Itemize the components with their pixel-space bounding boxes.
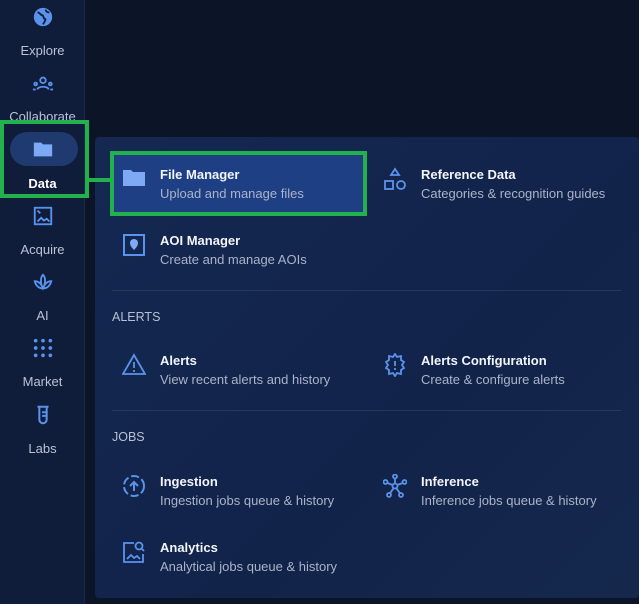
sidebar-item-explore[interactable]: Explore: [0, 6, 85, 58]
divider: [112, 290, 621, 291]
menu-item-desc: View recent alerts and history: [160, 372, 331, 387]
menu-item-ingestion[interactable]: Ingestion Ingestion jobs queue & history: [122, 474, 372, 518]
menu-item-title: Alerts: [160, 353, 197, 368]
menu-item-analytics[interactable]: Analytics Analytical jobs queue & histor…: [122, 540, 372, 584]
sidebar-item-label: Acquire: [20, 242, 65, 257]
section-heading-alerts: ALERTS: [112, 310, 161, 324]
menu-item-reference-data[interactable]: Reference Data Categories & recognition …: [383, 167, 633, 211]
sidebar-item-label: Explore: [20, 43, 65, 58]
sidebar: Explore Collaborate Data Acquire AI Mark…: [0, 0, 85, 604]
sidebar-item-label: AI: [36, 308, 49, 323]
menu-item-title: Inference: [421, 474, 479, 489]
map-pin-icon: [123, 234, 145, 256]
sidebar-item-market[interactable]: Market: [0, 337, 85, 389]
menu-item-title: Alerts Configuration: [421, 353, 547, 368]
menu-item-alerts[interactable]: Alerts View recent alerts and history: [122, 353, 372, 397]
gear-alert-icon: [384, 353, 406, 377]
users-icon: [32, 76, 53, 91]
menu-item-desc: Create and manage AOIs: [160, 252, 307, 267]
shapes-icon: [384, 167, 406, 190]
globe-icon: [33, 7, 52, 27]
menu-item-title: Analytics: [160, 540, 218, 555]
divider: [112, 410, 621, 411]
menu-item-desc: Create & configure alerts: [421, 372, 565, 387]
image-search-icon: [123, 541, 145, 563]
upload-circle-icon: [123, 475, 145, 497]
warning-icon: [122, 353, 146, 375]
sidebar-item-ai[interactable]: AI: [0, 272, 85, 323]
highlight-box-data: [0, 120, 89, 198]
highlight-box-file-manager: [110, 151, 367, 216]
highlight-connector: [88, 178, 112, 182]
sidebar-item-labs[interactable]: Labs: [0, 404, 85, 456]
grid-icon: [33, 338, 52, 358]
sidebar-item-label: Market: [22, 374, 63, 389]
menu-item-inference[interactable]: Inference Inference jobs queue & history: [383, 474, 633, 518]
menu-item-desc: Inference jobs queue & history: [421, 493, 597, 508]
section-heading-jobs: JOBS: [112, 430, 145, 444]
menu-item-desc: Analytical jobs queue & history: [160, 559, 338, 574]
image-icon: [33, 206, 52, 226]
menu-item-desc: Categories & recognition guides: [421, 186, 606, 201]
menu-item-title: AOI Manager: [160, 233, 241, 248]
menu-item-title: Reference Data: [421, 167, 516, 182]
lotus-icon: [33, 273, 52, 291]
menu-item-alerts-configuration[interactable]: Alerts Configuration Create & configure …: [383, 353, 633, 397]
network-icon: [383, 474, 407, 498]
menu-item-aoi-manager[interactable]: AOI Manager Create and manage AOIs: [122, 233, 372, 277]
flask-icon: [37, 405, 48, 425]
menu-item-title: Ingestion: [160, 474, 218, 489]
sidebar-item-collaborate[interactable]: Collaborate: [0, 73, 85, 124]
sidebar-item-label: Labs: [28, 441, 57, 456]
menu-item-desc: Ingestion jobs queue & history: [160, 493, 335, 508]
sidebar-item-acquire[interactable]: Acquire: [0, 205, 85, 257]
